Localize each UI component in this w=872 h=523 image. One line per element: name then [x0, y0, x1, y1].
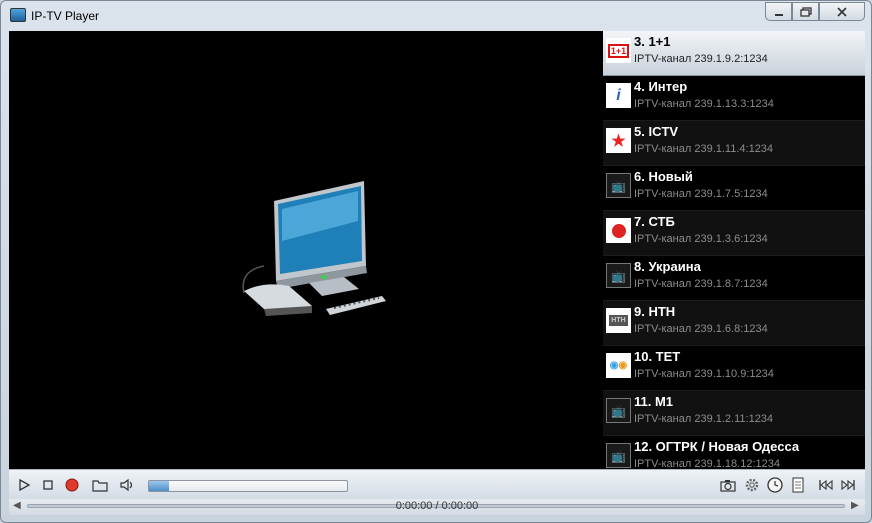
document-icon — [792, 477, 804, 493]
channel-name: 7. СТБ — [634, 214, 675, 229]
channel-name: 12. ОГТРК / Новая Одесса — [634, 439, 800, 454]
channel-address: IPTV-канал 239.1.8.7:1234 — [634, 278, 768, 290]
channel-address: IPTV-канал 239.1.7.5:1234 — [634, 188, 768, 200]
channel-name: 5. ICTV — [634, 124, 679, 139]
minimize-button[interactable] — [765, 2, 792, 21]
seek-right-icon[interactable]: ▶ — [851, 500, 859, 511]
folder-icon — [92, 480, 108, 492]
channel-name: 6. Новый — [634, 169, 693, 184]
snapshot-button[interactable] — [719, 476, 737, 494]
volume-slider[interactable] — [148, 480, 348, 492]
channel-item[interactable]: 📺 6. Новый IPTV-канал 239.1.7.5:1234 — [603, 166, 865, 211]
channel-address: IPTV-канал 239.1.11.4:1234 — [634, 143, 774, 155]
channel-item[interactable]: i 4. Интер IPTV-канал 239.1.13.3:1234 — [603, 76, 865, 121]
channel-address: IPTV-канал 239.1.13.3:1234 — [634, 98, 774, 110]
channel-logo-icon: 1+1 — [606, 38, 631, 63]
tv-set-illustration — [242, 181, 386, 316]
video-area[interactable] — [9, 31, 603, 469]
channel-logo-icon: НТН — [606, 308, 631, 333]
channel-item[interactable]: НТН 9. НТН IPTV-канал 239.1.6.8:1234 — [603, 301, 865, 346]
play-button[interactable] — [15, 476, 33, 494]
speaker-icon — [120, 478, 133, 492]
channel-name: 9. НТН — [634, 304, 676, 319]
tv-app-icon — [10, 8, 26, 22]
mute-button[interactable] — [119, 476, 137, 494]
channel-item[interactable]: ★ 5. ICTV IPTV-канал 239.1.11.4:1234 — [603, 121, 865, 166]
player-client-area: 1+1 3. 1+1 IPTV-канал 239.1.9.2:1234 i 4. Ин… — [9, 31, 865, 469]
open-file-button[interactable] — [91, 476, 109, 494]
channel-address: IPTV-канал 239.1.9.2:1234 — [634, 53, 768, 65]
channel-item[interactable]: 1+1 3. 1+1 IPTV-канал 239.1.9.2:1234 — [603, 31, 865, 76]
channel-name: 4. Интер — [634, 79, 688, 94]
camera-icon — [720, 480, 736, 492]
stop-button[interactable] — [39, 476, 57, 494]
record-button[interactable] — [63, 476, 81, 494]
skip-back-icon — [819, 479, 833, 491]
window-controls — [765, 2, 865, 22]
channel-list[interactable]: 1+1 3. 1+1 IPTV-канал 239.1.9.2:1234 i 4. Ин… — [603, 31, 865, 469]
channel-item[interactable]: 📺 12. ОГТРК / Новая Одесса IPTV-канал 239.… — [603, 436, 865, 469]
next-channel-button[interactable] — [839, 476, 857, 494]
minimize-icon — [774, 13, 783, 16]
gear-icon — [745, 478, 759, 492]
channel-logo-icon: ★ — [606, 128, 631, 153]
maximize-button[interactable] — [792, 2, 819, 21]
channel-address: IPTV-канал 239.1.3.6:1234 — [634, 233, 768, 245]
channel-address: IPTV-канал 239.1.18.12:1234 — [634, 458, 780, 469]
seek-row: ◀ 0:00:00 / 0:00:00 ▶ — [9, 499, 865, 515]
time-display: 0:00:00 / 0:00:00 — [395, 500, 479, 512]
channel-address: IPTV-канал 239.1.6.8:1234 — [634, 323, 768, 335]
channel-item[interactable]: 📺 11. М1 IPTV-канал 239.1.2.11:1234 — [603, 391, 865, 436]
stop-icon — [43, 480, 53, 490]
channel-logo-icon: ◉◉ — [606, 353, 631, 378]
skip-forward-icon — [841, 479, 855, 491]
channel-item[interactable]: ◉◉ 10. ТЕТ IPTV-канал 239.1.10.9:1234 — [603, 346, 865, 391]
settings-button[interactable] — [743, 476, 761, 494]
channel-name: 11. М1 — [634, 394, 674, 409]
channel-name: 3. 1+1 — [634, 34, 671, 49]
channel-item[interactable]: 7. СТБ IPTV-канал 239.1.3.6:1234 — [603, 211, 865, 256]
restore-icon — [799, 6, 812, 17]
close-icon — [837, 6, 847, 17]
window-title: IP-TV Player — [31, 9, 100, 23]
tv-icon: 📺 — [606, 443, 631, 468]
channel-address: IPTV-канал 239.1.10.9:1234 — [634, 368, 774, 380]
tv-icon: 📺 — [606, 398, 631, 423]
playlist-button[interactable] — [789, 476, 807, 494]
schedule-button[interactable] — [766, 476, 784, 494]
record-icon — [65, 478, 79, 492]
app-window: IP-TV Player 1+1 3. 1+1 IPTV-канал 239.1… — [0, 0, 872, 523]
channel-logo-icon — [606, 218, 631, 243]
volume-level — [149, 481, 169, 491]
title-bar[interactable]: IP-TV Player — [1, 1, 871, 31]
close-button[interactable] — [819, 2, 865, 21]
control-bar — [9, 469, 865, 499]
channel-item[interactable]: 📺 8. Украина IPTV-канал 239.1.8.7:1234 — [603, 256, 865, 301]
channel-name: 10. ТЕТ — [634, 349, 681, 364]
channel-name: 8. Украина — [634, 259, 701, 274]
clock-icon — [767, 477, 783, 493]
tv-icon: 📺 — [606, 263, 631, 288]
channel-address: IPTV-канал 239.1.2.11:1234 — [634, 413, 774, 425]
play-icon — [19, 478, 31, 492]
previous-channel-button[interactable] — [817, 476, 835, 494]
tv-icon: 📺 — [606, 173, 631, 198]
channel-logo-icon: i — [606, 83, 631, 108]
